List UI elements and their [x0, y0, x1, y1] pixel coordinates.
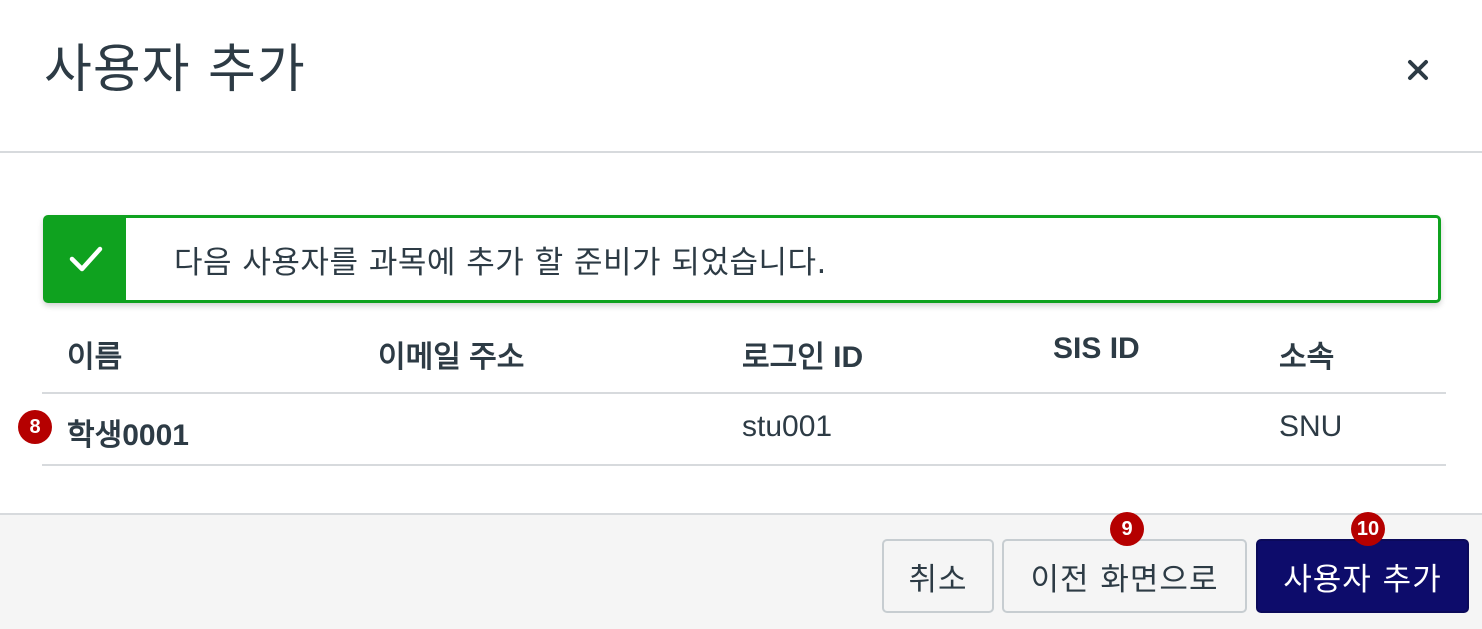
step-badge-9: 9 — [1110, 512, 1144, 546]
dialog-header: 사용자 추가 — [0, 0, 1482, 153]
dialog-title: 사용자 추가 — [44, 40, 306, 100]
cell-login-id: stu001 — [742, 410, 833, 443]
step-badge-10: 10 — [1351, 512, 1385, 546]
column-header-login-id: 로그인 ID — [742, 341, 864, 374]
close-button[interactable] — [1398, 50, 1438, 90]
checkmark-icon — [69, 246, 103, 272]
back-button[interactable]: 이전 화면으로 — [1002, 539, 1247, 613]
column-header-name: 이름 — [67, 341, 123, 374]
column-header-email: 이메일 주소 — [378, 341, 525, 374]
alert-message: 다음 사용자를 과목에 추가 할 준비가 되었습니다. — [174, 244, 827, 281]
user-table: 이름 이메일 주소 로그인 ID SIS ID 소속 학생0001 stu001… — [42, 320, 1446, 466]
cell-institution: SNU — [1279, 410, 1343, 443]
dialog-footer: 취소 이전 화면으로 사용자 추가 — [0, 513, 1482, 629]
column-header-sis-id: SIS ID — [1053, 332, 1140, 365]
add-user-dialog: 사용자 추가 다음 사용자를 과목에 추가 할 준비가 되었습니다. 이름 이메… — [0, 0, 1482, 629]
column-header-institution: 소속 — [1279, 341, 1335, 374]
add-user-button[interactable]: 사용자 추가 — [1256, 539, 1469, 613]
cancel-button[interactable]: 취소 — [882, 539, 994, 613]
success-alert: 다음 사용자를 과목에 추가 할 준비가 되었습니다. — [43, 215, 1441, 303]
alert-icon-box — [46, 218, 126, 300]
close-icon — [1408, 60, 1428, 80]
step-badge-8: 8 — [18, 410, 52, 444]
table-header-row: 이름 이메일 주소 로그인 ID SIS ID 소속 — [42, 320, 1446, 394]
table-row: 학생0001 stu001 SNU — [42, 394, 1446, 466]
cell-name: 학생0001 — [67, 419, 189, 452]
